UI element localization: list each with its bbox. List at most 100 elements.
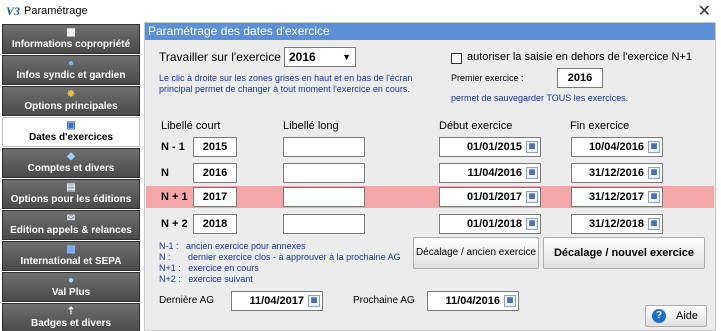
calendar-icon[interactable]: ▦: [526, 167, 538, 179]
sidebar-item-dates-exercices[interactable]: ▣ Dates d'exercices: [2, 117, 140, 147]
last-ag-label: Dernière AG: [159, 295, 215, 306]
end-date-field[interactable]: 31/12/2017 ▦: [571, 187, 663, 207]
end-date-value: 31/12/2016: [588, 167, 644, 179]
end-date-value: 31/12/2018: [588, 218, 644, 230]
sidebar-item-label: Informations copropriété: [11, 39, 131, 50]
legend-line: N : dernier exercice clos - à approuver …: [159, 252, 401, 262]
help-icon: ?: [652, 309, 666, 323]
sidebar-item-label: Comptes et divers: [27, 163, 115, 174]
dates-exercice-panel: Paramétrage des dates d'exercice Travail…: [144, 22, 716, 331]
help-button-label: Aide: [676, 310, 699, 322]
end-date-field[interactable]: 31/12/2016 ▦: [571, 163, 663, 183]
start-date-value: 11/04/2016: [467, 167, 522, 179]
help-icon: ●: [67, 58, 75, 69]
sidebar-item-label: Badges et divers: [30, 318, 112, 329]
start-date-field[interactable]: 11/04/2016 ▦: [439, 163, 541, 183]
sidebar-item-label: International et SEPA: [20, 256, 122, 267]
start-date-value: 01/01/2018: [466, 218, 522, 230]
calendar-icon[interactable]: ▦: [526, 141, 538, 153]
close-icon[interactable]: ✕: [698, 1, 711, 21]
note-line-2: principal permet de changer à tout momen…: [159, 84, 410, 94]
column-short-label: Libellé court: [161, 120, 221, 132]
save-note: permet de sauvegarder TOUS les exercices…: [451, 93, 629, 103]
row-label: N + 1: [161, 191, 188, 203]
sidebar-item-label: Dates d'exercices: [28, 132, 114, 143]
sidebar-item-options-editions[interactable]: ▤ Options pour les éditions: [2, 179, 140, 209]
calendar-icon[interactable]: ▦: [648, 191, 660, 203]
panel-title: Paramétrage des dates d'exercice: [145, 23, 715, 40]
work-on-exercise-label: Travailler sur l'exercice: [159, 50, 281, 64]
sidebar-item-comptes-divers[interactable]: ◆ Comptes et divers: [2, 148, 140, 178]
short-label-field[interactable]: 2015: [193, 137, 237, 157]
long-label-field[interactable]: [283, 214, 365, 234]
end-date-field[interactable]: 31/12/2018 ▦: [571, 214, 663, 234]
sidebar-item-informations-copropriete[interactable]: ▦ Informations copropriété: [2, 24, 140, 54]
legend-line: N+2 : exercice suivant: [159, 274, 253, 284]
exercise-select-value: 2016: [289, 50, 316, 64]
long-label-field[interactable]: [283, 163, 365, 183]
long-label-field[interactable]: [283, 187, 365, 207]
column-long-label: Libellé long: [283, 120, 339, 132]
sidebar-item-label: Options principales: [24, 101, 118, 112]
row-label: N - 1: [161, 141, 185, 153]
calendar-icon[interactable]: ▦: [504, 295, 516, 307]
chevron-down-icon: ▼: [342, 52, 351, 62]
sidebar-item-val-plus[interactable]: ● Val Plus: [2, 272, 140, 302]
calendar-icon[interactable]: ▦: [526, 191, 538, 203]
first-exercise-label: Premier exercice :: [451, 73, 524, 83]
short-label-field[interactable]: 2016: [193, 163, 237, 183]
calendar-icon[interactable]: ▦: [648, 141, 660, 153]
legend-line: N-1 : ancien exercice pour annexes: [159, 241, 306, 251]
sidebar-item-edition-appels[interactable]: ✉ Edition appels & relances: [2, 210, 140, 240]
sidebar-item-badges-divers[interactable]: ⇡ Badges et divers: [2, 303, 140, 331]
sepa-icon: ▩: [66, 244, 76, 255]
note-line-1: Le clic à droite sur les zones grises en…: [159, 73, 413, 83]
row-label: N: [161, 167, 169, 179]
start-date-field[interactable]: 01/01/2015 ▦: [439, 137, 541, 157]
mail-icon: ✉: [66, 213, 76, 224]
building-icon: ▦: [66, 27, 76, 38]
sidebar-item-label: Options pour les éditions: [10, 194, 132, 205]
sidebar-item-label: Val Plus: [51, 287, 91, 298]
short-label-field[interactable]: 2017: [193, 187, 237, 207]
row-label: N + 2: [161, 218, 188, 230]
val-plus-icon: ●: [67, 275, 75, 286]
last-ag-value: 11/04/2017: [249, 295, 304, 307]
settings-window: V3 Paramétrage ✕ ▦ Informations copropri…: [0, 0, 721, 331]
short-label-field[interactable]: 2018: [193, 214, 237, 234]
calendar-icon[interactable]: ▦: [648, 218, 660, 230]
sidebar-item-label: Edition appels & relances: [10, 225, 132, 236]
next-ag-label: Prochaine AG: [353, 295, 415, 306]
sidebar-item-options-principales[interactable]: ✸ Options principales: [2, 86, 140, 116]
calendar-icon[interactable]: ▦: [526, 218, 538, 230]
gear-icon: ✸: [66, 89, 76, 100]
allow-outside-checkbox[interactable]: [451, 53, 462, 64]
next-ag-field[interactable]: 11/04/2016 ▦: [427, 291, 519, 311]
start-date-value: 01/01/2017: [466, 191, 522, 203]
exercise-select[interactable]: 2016 ▼: [284, 47, 356, 67]
badge-icon: ⇡: [66, 306, 76, 317]
sidebar: ▦ Informations copropriété ● Infos syndi…: [0, 22, 142, 331]
allow-outside-label: autoriser la saisie en dehors de l'exerc…: [467, 51, 692, 63]
last-ag-field[interactable]: 11/04/2017 ▦: [231, 291, 323, 311]
shift-new-exercise-button[interactable]: Décalage / nouvel exercice: [543, 237, 705, 269]
first-exercise-field[interactable]: 2016: [557, 68, 603, 88]
help-button[interactable]: ? Aide: [645, 305, 707, 327]
window-title: Paramétrage: [24, 5, 88, 17]
sidebar-item-label: Infos syndic et gardien: [16, 70, 126, 81]
start-date-value: 01/01/2015: [466, 141, 522, 153]
shift-old-exercise-button[interactable]: Décalage / ancien exercice: [413, 237, 539, 269]
sidebar-item-infos-syndic[interactable]: ● Infos syndic et gardien: [2, 55, 140, 85]
end-date-field[interactable]: 10/04/2016 ▦: [571, 137, 663, 157]
column-end-label: Fin exercice: [570, 120, 630, 132]
long-label-field[interactable]: [283, 137, 365, 157]
calendar-icon: ▣: [66, 120, 76, 131]
next-ag-value: 11/04/2016: [445, 295, 500, 307]
sidebar-item-international-sepa[interactable]: ▩ International et SEPA: [2, 241, 140, 271]
start-date-field[interactable]: 01/01/2017 ▦: [439, 187, 541, 207]
calendar-icon[interactable]: ▦: [308, 295, 320, 307]
calendar-icon[interactable]: ▦: [648, 167, 660, 179]
start-date-field[interactable]: 01/01/2018 ▦: [439, 214, 541, 234]
column-start-label: Début exercice: [439, 120, 513, 132]
document-icon: ▤: [66, 182, 76, 193]
